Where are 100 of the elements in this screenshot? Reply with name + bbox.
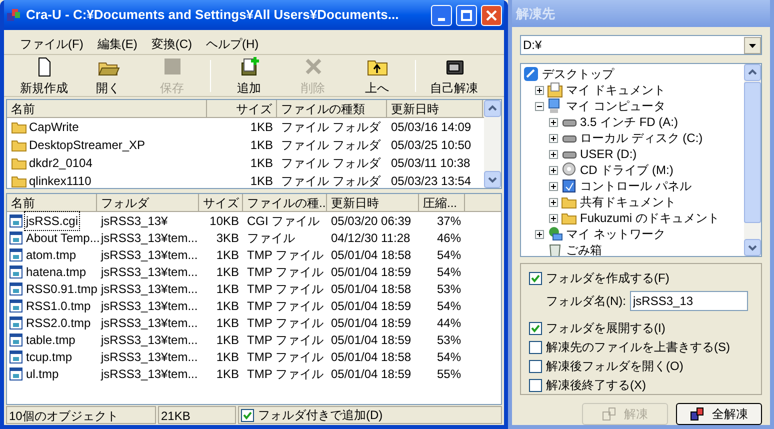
close-button[interactable]: [481, 4, 502, 26]
table-cell-text: jsRSS3_13¥tem...: [101, 264, 198, 280]
menu-item[interactable]: ヘルプ(H): [200, 34, 265, 54]
status-count: 10個のオブジェクト: [6, 406, 156, 424]
folder-name[interactable]: qlinkex1110: [29, 172, 92, 190]
column-header[interactable]: フォルダ: [97, 194, 199, 212]
expand-icon[interactable]: [549, 166, 558, 174]
expand-icon[interactable]: [549, 214, 558, 222]
column-header[interactable]: 更新日時: [327, 194, 419, 212]
file-name[interactable]: jsRSS.cgi: [25, 212, 80, 230]
tree-item[interactable]: USER (D:): [580, 145, 637, 163]
collapse-icon[interactable]: [535, 102, 544, 110]
path-value: D:¥: [522, 37, 543, 54]
scroll-thumb[interactable]: [744, 82, 761, 223]
table-cell-text: 05/01/04 18:58: [331, 246, 412, 264]
tree-item[interactable]: コントロール パネル: [580, 177, 692, 195]
expand-icon[interactable]: [549, 182, 558, 190]
dropdown-icon[interactable]: [744, 36, 761, 54]
expand-icon[interactable]: [549, 198, 558, 206]
tree-item[interactable]: マイ ドキュメント: [566, 81, 666, 99]
expand-icon[interactable]: [535, 86, 544, 94]
table-cell-text: 05/01/04 18:58: [331, 348, 412, 366]
file-name[interactable]: table.tmp: [25, 330, 76, 348]
checkbox[interactable]: [529, 360, 542, 372]
path-combobox[interactable]: D:¥: [520, 35, 762, 55]
file-name[interactable]: tcup.tmp: [25, 348, 74, 366]
table-cell-text: jsRSS3_13¥tem...: [101, 246, 198, 264]
checkbox[interactable]: [241, 408, 254, 422]
scroll-down-icon[interactable]: [744, 239, 761, 256]
table-cell-text: 1KB: [250, 155, 273, 172]
tree-item[interactable]: ごみ箱: [566, 241, 602, 256]
tree-item[interactable]: 3.5 インチ FD (A:): [580, 113, 678, 131]
tree-item[interactable]: ローカル ディスク (C:): [580, 129, 703, 147]
table-cell-text: 1KB: [250, 137, 273, 154]
tree-item[interactable]: マイ ネットワーク: [566, 225, 666, 243]
menu-item[interactable]: ファイル(F): [14, 34, 90, 54]
expand-icon[interactable]: [535, 230, 544, 238]
table-cell-text: 05/01/04 18:59: [331, 264, 412, 280]
folder-icon: [11, 120, 27, 134]
column-header[interactable]: 圧縮...: [419, 194, 465, 212]
checkbox[interactable]: [529, 340, 542, 354]
file-name[interactable]: About Temp...: [25, 228, 101, 246]
scroll-up-icon[interactable]: [484, 100, 501, 117]
scroll-down-icon[interactable]: [484, 171, 501, 188]
checkbox[interactable]: [529, 378, 542, 392]
table-cell-text: jsRSS3_13¥tem...: [101, 298, 198, 314]
menu-item[interactable]: 変換(C): [145, 34, 198, 54]
file-icon: [9, 248, 23, 262]
column-header[interactable]: 名前: [7, 194, 97, 212]
folder-name[interactable]: DesktopStreamer_XP: [29, 136, 146, 154]
column-header[interactable]: サイズ: [207, 100, 277, 118]
file-name[interactable]: RSS0.91.tmp: [25, 280, 98, 298]
column-header[interactable]: サイズ: [199, 194, 243, 212]
table-cell-text: 05/01/04 18:59: [331, 298, 412, 314]
checkbox-label: 解凍後終了する(X): [546, 377, 646, 394]
column-header[interactable]: 更新日時: [387, 100, 483, 118]
folder-name-field[interactable]: jsRSS3_13: [630, 291, 748, 311]
tree-item[interactable]: 共有ドキュメント: [580, 193, 676, 211]
toolbar-button[interactable]: 追加: [217, 56, 281, 96]
tree-item[interactable]: デスクトップ: [542, 65, 614, 83]
scrollbar[interactable]: [484, 100, 501, 188]
toolbar-button[interactable]: 自己解凍: [422, 56, 486, 96]
toolbar-button[interactable]: 開く: [76, 56, 140, 96]
app-icon: [6, 7, 22, 23]
table-cell-text: 37%: [436, 212, 461, 230]
column-header[interactable]: 名前: [7, 100, 207, 118]
column-header[interactable]: ファイルの種類: [277, 100, 387, 118]
checkbox[interactable]: [529, 322, 542, 334]
file-name[interactable]: atom.tmp: [25, 246, 78, 264]
folder-name[interactable]: dkdr2_0104: [29, 154, 92, 172]
tree-item[interactable]: Fukuzumi のドキュメント: [580, 209, 720, 227]
check-icon: [531, 324, 540, 332]
folder-name[interactable]: CapWrite: [29, 118, 79, 136]
tree-item[interactable]: CD ドライブ (M:): [580, 161, 674, 179]
file-name[interactable]: RSS2.0.tmp: [25, 314, 92, 332]
checkbox-label: フォルダを展開する(I): [546, 320, 666, 337]
column-header[interactable]: ファイルの種...: [243, 194, 327, 212]
toolbar-button[interactable]: 新規作成: [12, 56, 76, 96]
tree-item[interactable]: マイ コンピュータ: [566, 97, 666, 115]
maximize-button[interactable]: [456, 4, 477, 26]
dialog-button[interactable]: 全解凍: [676, 403, 762, 425]
minimize-button[interactable]: [431, 4, 452, 26]
maximize-icon: [461, 10, 472, 20]
file-name[interactable]: RSS1.0.tmp: [25, 296, 92, 314]
checkbox[interactable]: [529, 272, 542, 284]
expand-icon[interactable]: [549, 134, 558, 142]
table-cell-text: 1KB: [216, 348, 239, 366]
expand-icon[interactable]: [549, 118, 558, 126]
toolbar-button[interactable]: 上へ: [345, 56, 409, 96]
checkbox-label: フォルダ付きで追加(D): [258, 407, 383, 424]
scroll-up-icon[interactable]: [744, 64, 761, 81]
expand-icon[interactable]: [549, 150, 558, 158]
folder-icon: [11, 156, 27, 170]
menu-item[interactable]: 編集(E): [91, 34, 144, 54]
table-cell-text: 53%: [436, 332, 461, 348]
tree-item-icon: [561, 162, 577, 178]
file-name[interactable]: hatena.tmp: [25, 262, 88, 280]
table-cell-text: jsRSS3_13¥tem...: [101, 230, 198, 246]
file-name[interactable]: ul.tmp: [25, 364, 60, 382]
scrollbar[interactable]: [744, 64, 761, 256]
